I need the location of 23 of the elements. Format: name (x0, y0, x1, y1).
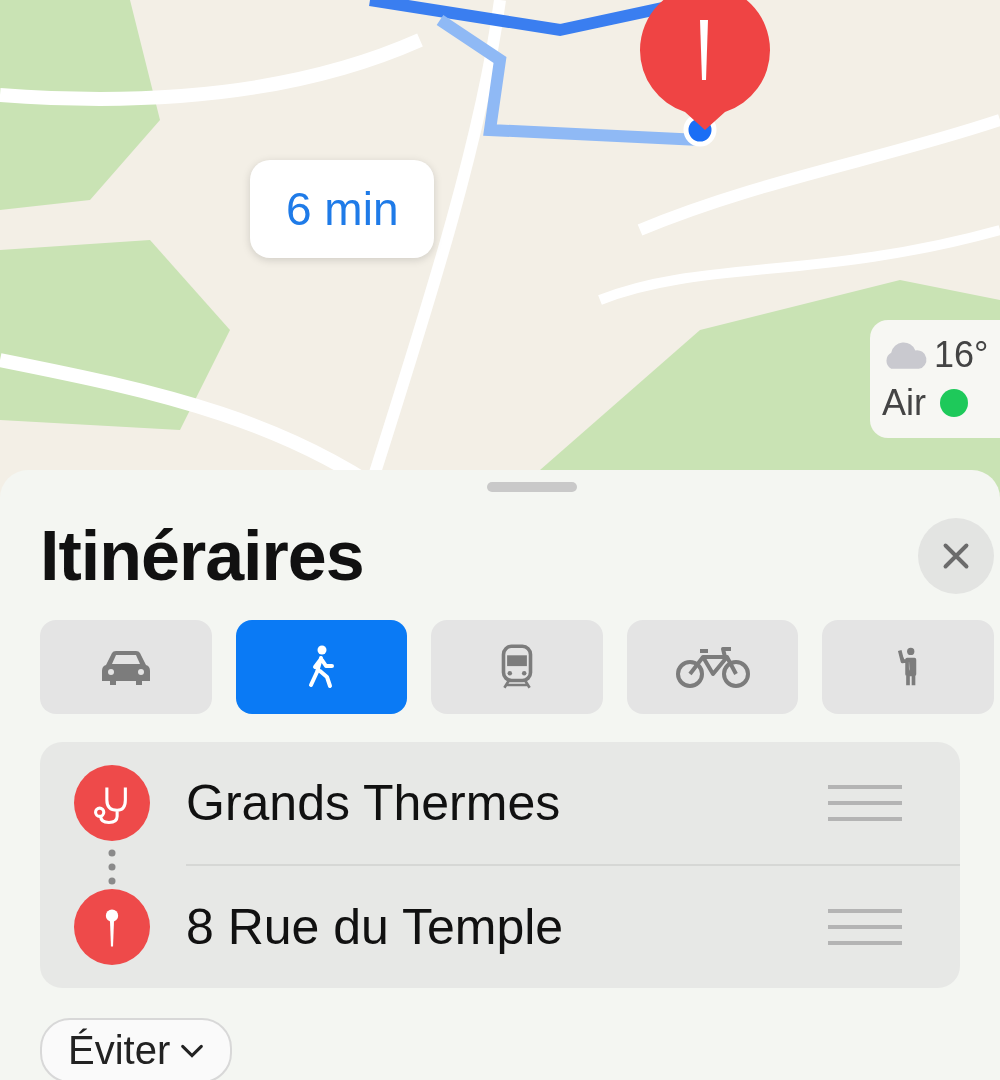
bicycle-icon (674, 645, 751, 689)
hail-mode-tab[interactable] (822, 620, 994, 714)
walk-mode-tab[interactable] (235, 620, 408, 714)
train-icon (499, 644, 535, 690)
stop-name[interactable]: 8 Rue du Temple (186, 898, 828, 956)
drag-handle-icon[interactable] (828, 783, 902, 823)
chevron-down-icon (180, 1043, 205, 1058)
close-icon (941, 541, 971, 571)
drag-handle-icon[interactable] (828, 907, 902, 947)
air-quality-label: Air (882, 382, 926, 424)
pin-icon (74, 889, 150, 965)
temperature-text: 16° (934, 334, 989, 376)
route-time-label[interactable]: 6 min (250, 160, 435, 258)
avoid-dropdown-button[interactable]: Éviter (40, 1018, 233, 1080)
walking-person-icon (306, 645, 337, 689)
bike-mode-tab[interactable] (626, 620, 799, 714)
sheet-title: Itinéraires (40, 516, 364, 596)
car-mode-tab[interactable] (40, 620, 212, 714)
stethoscope-icon (74, 765, 150, 841)
connector-dots-icon (108, 847, 116, 887)
transit-mode-tab[interactable] (431, 620, 603, 714)
stop-name[interactable]: Grands Thermes (186, 774, 828, 832)
weather-widget[interactable]: 16° Air (870, 320, 1000, 438)
